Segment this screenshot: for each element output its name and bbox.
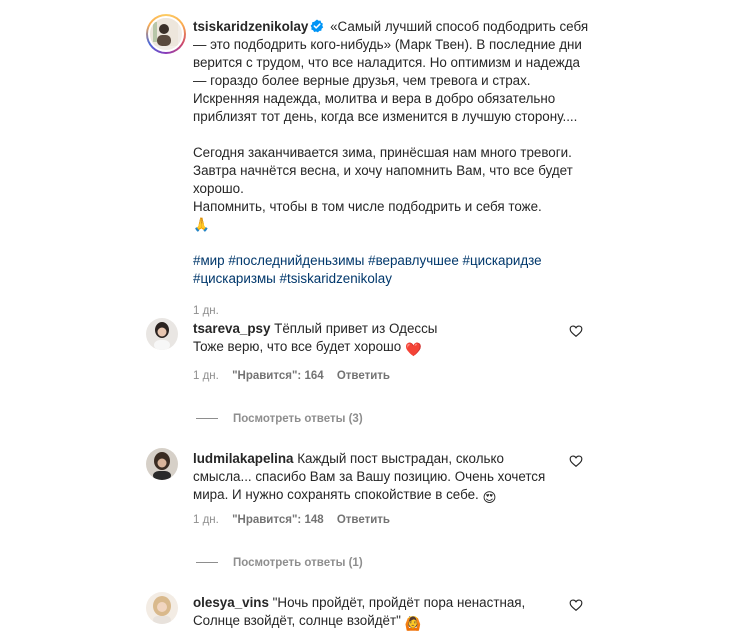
caption-paragraph-2: Сегодня заканчивается зима, принёсшая на… [193,145,573,196]
hashtag-link[interactable]: #веравлучшее [368,253,459,268]
comment-item: tsareva_psy Тёплый привет из Одессы Тоже… [146,318,596,388]
comment-meta: 1 дн. "Нравится": 164 Ответить [193,370,390,382]
comment-item: ludmilakapelina Каждый пост выстрадан, с… [146,448,596,533]
view-replies-button[interactable]: Посмотреть ответы (1) [196,557,363,569]
comment-likes-count[interactable]: "Нравится": 148 [232,514,324,526]
hashtag-link[interactable]: #цискаридзе [463,253,542,268]
author-username[interactable]: tsiskaridzenikolay [193,19,308,34]
replies-divider-line [196,562,218,564]
author-avatar-image [150,18,178,46]
comment-item: olesya_vins "Ночь пройдёт, пройдёт пора … [146,592,596,643]
comment-username[interactable]: tsareva_psy [193,321,270,336]
comment-body-line2: Тоже верю, что все будет хорошо [193,339,402,354]
comment-text: olesya_vins "Ночь пройдёт, пройдёт пора … [193,594,553,633]
commenter-avatar-image [146,448,178,480]
reply-button[interactable]: Ответить [337,514,390,526]
comment-meta: 1 дн. "Нравится": 148 Ответить [193,514,390,526]
view-replies-label: Посмотреть ответы (3) [233,413,363,425]
comment-timestamp[interactable]: 1 дн. [193,514,219,526]
heart-outline-icon[interactable] [569,598,583,612]
comment-likes-count[interactable]: "Нравится": 164 [232,370,324,382]
author-avatar[interactable] [146,14,186,54]
view-replies-button[interactable]: Посмотреть ответы (3) [196,413,363,425]
commenter-avatar-image [146,318,178,350]
hashtag-link[interactable]: #tsiskaridzenikolay [280,271,392,286]
red-heart-emoji: ❤️ [404,342,422,357]
gesture-emoji: 🙆 [404,616,422,631]
view-replies-label: Посмотреть ответы (1) [233,557,363,569]
comment-timestamp[interactable]: 1 дн. [193,370,219,382]
caption-paragraph-1: «Самый лучший способ подбодрить себя — э… [193,19,589,124]
comment-username[interactable]: olesya_vins [193,595,269,610]
caption-paragraph-3: Напомнить, чтобы в том числе подбодрить … [193,199,542,214]
commenter-avatar[interactable] [146,448,178,480]
heart-outline-icon[interactable] [569,324,583,338]
reply-button[interactable]: Ответить [337,370,390,382]
hashtag-link[interactable]: #цискаризмы [193,271,276,286]
commenter-avatar[interactable] [146,318,178,350]
instagram-comments-panel: tsiskaridzenikolay «Самый лучший способ … [0,0,730,643]
comment-text: tsareva_psy Тёплый привет из Одессы Тоже… [193,320,553,359]
replies-divider-line [196,418,218,420]
verified-badge-icon [310,19,324,33]
commenter-avatar[interactable] [146,592,178,624]
heart-outline-icon[interactable] [569,454,583,468]
hashtag-link[interactable]: #последнийденьзимы [228,253,364,268]
caption-text: tsiskaridzenikolay «Самый лучший способ … [193,18,593,320]
hashtag-link[interactable]: #мир [193,253,225,268]
comment-username[interactable]: ludmilakapelina [193,451,293,466]
commenter-avatar-image [146,592,178,624]
comment-body-line1: Тёплый привет из Одессы [274,321,438,336]
heart-eyes-emoji: 😍 [482,490,497,505]
hashtag-list: #мир #последнийденьзимы #веравлучшее #ци… [193,252,593,288]
praying-hands-emoji: 🙏 [193,217,210,232]
comment-text: ludmilakapelina Каждый пост выстрадан, с… [193,450,553,507]
